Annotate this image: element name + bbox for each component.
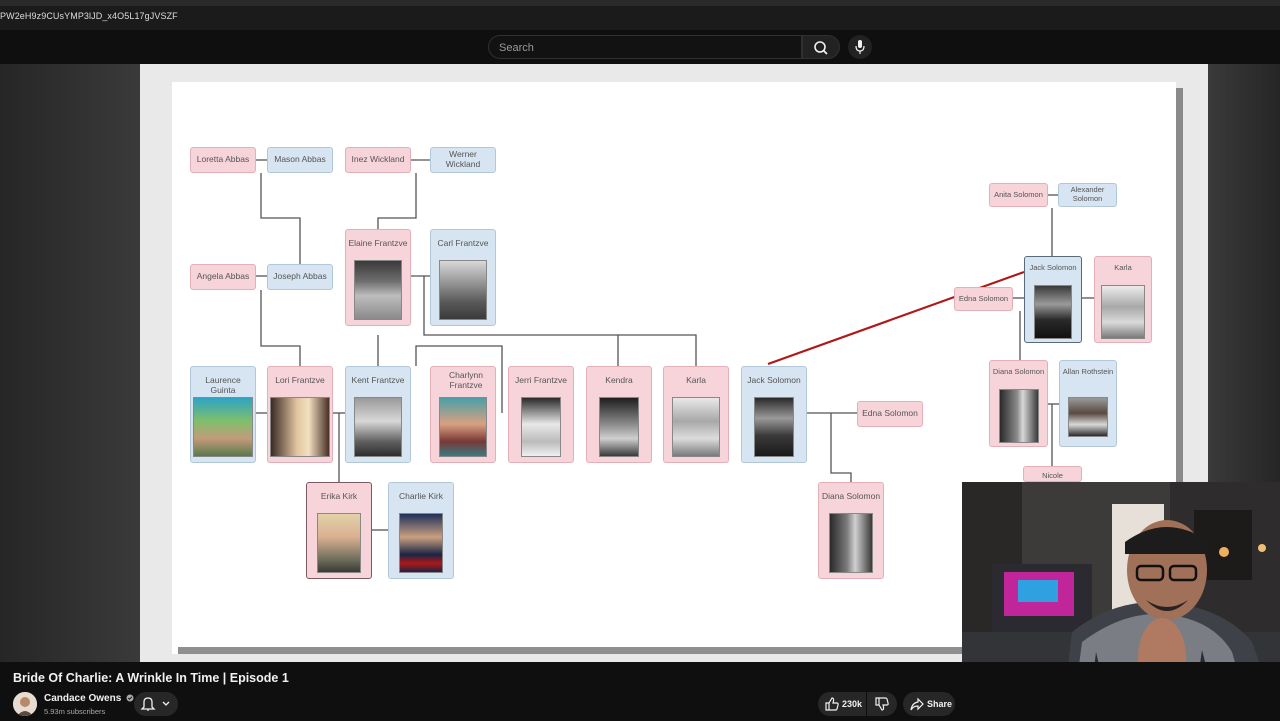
person-alexander-solomon: Alexander Solomon bbox=[1058, 183, 1117, 207]
notification-button[interactable] bbox=[134, 692, 178, 716]
person-name: Jack Solomon bbox=[747, 375, 801, 385]
subscriber-count: 5.93m subscribers bbox=[44, 707, 106, 716]
portrait-photo bbox=[1101, 285, 1145, 339]
portrait-photo bbox=[829, 513, 873, 573]
share-button[interactable]: Share bbox=[903, 692, 955, 716]
bell-icon bbox=[140, 697, 170, 711]
portrait-photo bbox=[998, 389, 1039, 443]
person-name: Nicole Rothstein bbox=[1037, 471, 1069, 481]
person-kendra: Kendra bbox=[586, 366, 652, 463]
person-name: Diana Solomon bbox=[992, 367, 1045, 376]
person-charlynn-frantzve: Charlynn Frantzve bbox=[430, 366, 496, 463]
portrait-photo bbox=[354, 260, 402, 320]
portrait-photo bbox=[399, 513, 443, 573]
person-jack-solomon-right: Jack Solomon bbox=[1024, 256, 1082, 343]
portrait-photo bbox=[270, 397, 330, 457]
person-laurence-guinta: Laurence Guinta bbox=[190, 366, 256, 463]
person-nicole-rothstein: Nicole Rothstein bbox=[1023, 466, 1082, 482]
person-inez-wickland: Inez Wickland bbox=[345, 147, 411, 173]
person-name: Joseph Abbas bbox=[273, 271, 327, 282]
person-name: Anita Solomon bbox=[994, 189, 1043, 199]
highlight-connector bbox=[767, 270, 1025, 366]
person-name: Edna Solomon bbox=[862, 408, 918, 419]
thumbs-up-icon bbox=[825, 697, 839, 711]
person-name: Kent Frantzve bbox=[351, 375, 405, 385]
person-name: Jerri Frantzve bbox=[515, 375, 567, 385]
person-anita-solomon: Anita Solomon bbox=[989, 183, 1048, 207]
person-karla: Karla bbox=[663, 366, 729, 463]
person-name: Allan Rothstein bbox=[1062, 367, 1114, 376]
portrait-photo bbox=[672, 397, 720, 457]
like-count: 230k bbox=[842, 699, 863, 709]
channel-name[interactable]: Candace Owens bbox=[44, 693, 134, 704]
person-name: Erika Kirk bbox=[320, 491, 358, 501]
share-icon bbox=[910, 697, 924, 711]
person-name: Kendra bbox=[605, 375, 633, 385]
person-name: Edna Solomon bbox=[958, 293, 1009, 303]
person-jerri-frantzve: Jerri Frantzve bbox=[508, 366, 574, 463]
portrait-photo bbox=[317, 513, 361, 573]
person-name: Werner Wickland bbox=[445, 149, 481, 169]
portrait-photo bbox=[754, 397, 794, 457]
portrait-photo bbox=[1034, 285, 1072, 339]
person-allan-rothstein: Allan Rothstein bbox=[1059, 360, 1117, 447]
person-name: Jack Solomon bbox=[1029, 263, 1077, 272]
portrait-photo bbox=[439, 397, 487, 457]
person-angela-abbas: Angela Abbas bbox=[190, 264, 256, 290]
video-title: Bride Of Charlie: A Wrinkle In Time | Ep… bbox=[13, 671, 289, 685]
person-name: Inez Wickland bbox=[351, 154, 405, 165]
dislike-button[interactable] bbox=[867, 692, 897, 716]
avatar[interactable] bbox=[13, 692, 37, 716]
verified-icon bbox=[126, 694, 134, 702]
person-charlie-kirk: Charlie Kirk bbox=[388, 482, 454, 579]
person-elaine-frantzve: Elaine Frantzve bbox=[345, 229, 411, 326]
person-carl-frantzve: Carl Frantzve bbox=[430, 229, 496, 326]
person-name: Mason Abbas bbox=[274, 154, 326, 165]
person-name: Charlie Kirk bbox=[399, 491, 443, 501]
channel-name-label: Candace Owens bbox=[44, 693, 122, 704]
person-loretta-abbas: Loretta Abbas bbox=[190, 147, 256, 173]
person-erika-kirk: Erika Kirk bbox=[306, 482, 372, 579]
person-name: Karla bbox=[686, 375, 706, 385]
person-edna-solomon: Edna Solomon bbox=[857, 401, 923, 427]
person-name: Diana Solomon bbox=[821, 491, 881, 501]
person-name: Charlynn Frantzve bbox=[448, 370, 484, 390]
avatar-image bbox=[13, 692, 37, 716]
person-name: Elaine Frantzve bbox=[348, 238, 408, 248]
person-diana-solomon: Diana Solomon bbox=[818, 482, 884, 579]
person-name: Angela Abbas bbox=[196, 271, 250, 282]
person-name: Lori Frantzve bbox=[275, 375, 325, 385]
person-diana-solomon-right: Diana Solomon bbox=[989, 360, 1048, 447]
person-joseph-abbas: Joseph Abbas bbox=[267, 264, 333, 290]
person-jack-solomon: Jack Solomon bbox=[741, 366, 807, 463]
share-label: Share bbox=[927, 699, 953, 709]
portrait-photo bbox=[1068, 397, 1108, 437]
person-lori-frantzve: Lori Frantzve bbox=[267, 366, 333, 463]
person-karla-right: Karla bbox=[1094, 256, 1152, 343]
portrait-photo bbox=[439, 260, 487, 320]
like-button[interactable]: 230k bbox=[818, 692, 866, 716]
person-kent-frantzve: Kent Frantzve bbox=[345, 366, 411, 463]
thumbs-down-icon bbox=[875, 697, 889, 711]
portrait-photo bbox=[599, 397, 639, 457]
person-mason-abbas: Mason Abbas bbox=[267, 147, 333, 173]
person-edna-solomon-right: Edna Solomon bbox=[954, 287, 1013, 311]
person-name: Carl Frantzve bbox=[437, 238, 489, 248]
person-werner-wickland: Werner Wickland bbox=[430, 147, 496, 173]
person-name: Loretta Abbas bbox=[196, 154, 250, 165]
portrait-photo bbox=[354, 397, 402, 457]
portrait-photo bbox=[193, 397, 253, 457]
person-name: Laurence Guinta bbox=[205, 375, 241, 395]
person-name: Karla bbox=[1114, 263, 1132, 272]
person-name: Alexander Solomon bbox=[1070, 185, 1105, 203]
portrait-photo bbox=[521, 397, 561, 457]
